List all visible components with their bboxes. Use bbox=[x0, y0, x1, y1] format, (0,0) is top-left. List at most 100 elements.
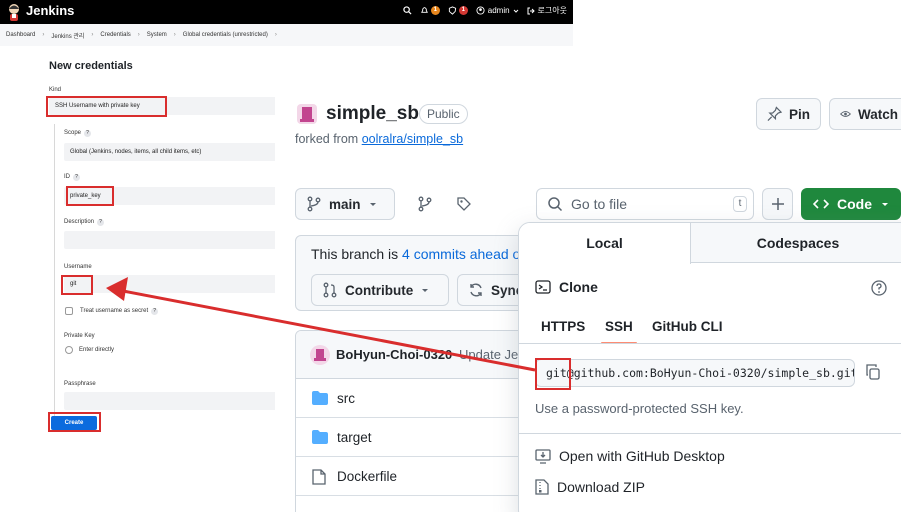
protocol-tab-https[interactable]: HTTPS bbox=[541, 319, 585, 334]
code-button[interactable]: Code bbox=[801, 188, 901, 220]
commits-ahead-link[interactable]: 4 commits ahead of bbox=[402, 246, 524, 262]
repo-avatar-icon bbox=[297, 104, 317, 124]
breadcrumb-separator-icon: › bbox=[91, 32, 94, 38]
tab-codespaces[interactable]: Codespaces bbox=[691, 223, 901, 263]
contribute-button[interactable]: Contribute bbox=[311, 274, 449, 306]
file-name[interactable]: src bbox=[337, 391, 355, 406]
help-icon[interactable]: ? bbox=[97, 219, 105, 226]
search-icon[interactable] bbox=[403, 6, 412, 15]
scope-select[interactable]: Global (Jenkins, nodes, items, all child… bbox=[64, 143, 279, 161]
file-list: BoHyun-Choi-0320 Update Je src target Do… bbox=[295, 330, 555, 512]
breadcrumb-credentials[interactable]: Credentials bbox=[100, 32, 130, 38]
forked-from: forked from oolralra/simple_sb bbox=[295, 132, 464, 146]
branches-icon[interactable] bbox=[417, 196, 433, 212]
treat-secret-checkbox[interactable] bbox=[65, 307, 73, 315]
git-branch-icon bbox=[307, 196, 321, 212]
passphrase-input[interactable] bbox=[64, 392, 279, 410]
branch-select-button[interactable]: main bbox=[295, 188, 395, 220]
breadcrumb-separator-icon: › bbox=[173, 32, 176, 38]
pin-button[interactable]: Pin bbox=[756, 98, 821, 130]
user-menu[interactable]: admin bbox=[476, 6, 519, 15]
open-with-desktop[interactable]: Open with GitHub Desktop bbox=[535, 448, 725, 464]
user-name: admin bbox=[487, 6, 510, 15]
code-icon bbox=[813, 199, 829, 209]
breadcrumb-manage[interactable]: Jenkins 관리 bbox=[51, 31, 84, 40]
tab-local[interactable]: Local bbox=[519, 223, 691, 264]
help-icon[interactable]: ? bbox=[73, 174, 80, 181]
notifications-button[interactable]: 1 bbox=[420, 6, 440, 15]
file-row[interactable]: target bbox=[296, 418, 554, 457]
github-repo-panel: simple_sb Public forked from oolralra/si… bbox=[275, 90, 901, 512]
ssh-user-highlight-box bbox=[535, 358, 571, 390]
protocol-tab-github-cli[interactable]: GitHub CLI bbox=[652, 319, 723, 334]
add-file-button[interactable] bbox=[762, 188, 793, 220]
caret-down-icon bbox=[882, 203, 888, 206]
dropdown-divider bbox=[519, 433, 901, 434]
pin-icon bbox=[767, 106, 782, 121]
plus-icon bbox=[771, 198, 784, 210]
caret-down-icon bbox=[422, 289, 429, 292]
git-pull-request-icon bbox=[323, 282, 337, 298]
file-name[interactable]: target bbox=[337, 430, 372, 445]
breadcrumb-global[interactable]: Global credentials (unrestricted) bbox=[183, 32, 268, 38]
description-label: Description? bbox=[64, 219, 105, 226]
jenkins-brand[interactable]: Jenkins bbox=[26, 3, 74, 18]
terminal-icon bbox=[535, 280, 551, 294]
go-to-file-input[interactable]: Go to file t bbox=[536, 188, 754, 220]
logout-link[interactable]: 로그아웃 bbox=[527, 5, 567, 16]
chevron-down-icon bbox=[513, 9, 518, 13]
user-icon bbox=[476, 6, 485, 15]
eye-icon bbox=[840, 111, 851, 117]
help-icon[interactable]: ? bbox=[84, 130, 92, 137]
commit-author-avatar-icon[interactable] bbox=[310, 345, 330, 365]
branch-status-text: This branch is 4 commits ahead of, bbox=[311, 246, 528, 262]
scope-label: Scope? bbox=[64, 130, 92, 137]
breadcrumb-separator-icon: › bbox=[137, 32, 140, 38]
clone-heading: Clone bbox=[535, 279, 598, 295]
username-highlight-box bbox=[61, 275, 93, 295]
copy-icon[interactable] bbox=[865, 364, 881, 380]
file-row[interactable]: src bbox=[296, 379, 554, 418]
commit-author[interactable]: BoHyun-Choi-0320 bbox=[336, 347, 452, 362]
protocol-tab-ssh[interactable]: SSH bbox=[601, 319, 637, 344]
breadcrumb-dashboard[interactable]: Dashboard bbox=[6, 32, 35, 38]
kind-highlight-box bbox=[46, 96, 167, 117]
tag-icon[interactable] bbox=[456, 196, 472, 212]
security-badge: 1 bbox=[458, 6, 468, 15]
kind-label: Kind bbox=[49, 87, 62, 93]
passphrase-label: Passphrase bbox=[64, 381, 96, 387]
ssh-hint: Use a password-protected SSH key. bbox=[535, 401, 744, 416]
enter-directly-radio[interactable] bbox=[65, 346, 73, 354]
id-highlight-box bbox=[66, 186, 114, 206]
repo-name[interactable]: simple_sb bbox=[326, 103, 419, 125]
breadcrumb-system[interactable]: System bbox=[147, 32, 167, 38]
question-icon[interactable] bbox=[871, 280, 887, 296]
username-label: Username bbox=[64, 264, 92, 270]
code-dropdown: Local Codespaces Clone HTTPS SSH GitHub … bbox=[518, 222, 901, 512]
file-name[interactable]: Dockerfile bbox=[337, 469, 397, 484]
id-label: ID? bbox=[64, 174, 80, 181]
desktop-download-icon bbox=[535, 449, 551, 464]
jenkins-butler-logo-icon[interactable] bbox=[6, 3, 22, 21]
watch-button[interactable]: Watch bbox=[829, 98, 901, 130]
ssh-url-input[interactable]: git@github.com:BoHyun-Choi-0320/simple_s… bbox=[535, 359, 855, 387]
file-row[interactable]: Dockerfile bbox=[296, 457, 554, 496]
username-input[interactable]: git bbox=[64, 275, 279, 293]
download-zip[interactable]: Download ZIP bbox=[535, 479, 645, 495]
create-highlight-box bbox=[48, 412, 101, 432]
private-key-label: Private Key bbox=[64, 333, 95, 339]
branch-status-box: This branch is 4 commits ahead of, Contr… bbox=[295, 235, 567, 311]
search-icon bbox=[548, 197, 563, 212]
jenkins-header: Jenkins 1 1 admin 로그아웃 bbox=[0, 0, 573, 24]
forked-repo-link[interactable]: oolralra/simple_sb bbox=[362, 132, 463, 146]
bell-icon bbox=[420, 7, 428, 13]
sync-icon bbox=[470, 283, 482, 297]
caret-down-icon bbox=[369, 203, 376, 206]
security-button[interactable]: 1 bbox=[448, 6, 468, 15]
protocol-tabs-divider bbox=[519, 343, 901, 344]
commit-message[interactable]: Update Je bbox=[459, 347, 518, 362]
description-input[interactable] bbox=[64, 231, 279, 249]
form-indent-line bbox=[54, 124, 55, 416]
breadcrumb: Dashboard › Jenkins 관리 › Credentials › Syst… bbox=[0, 24, 573, 46]
help-icon[interactable]: ? bbox=[151, 308, 159, 315]
